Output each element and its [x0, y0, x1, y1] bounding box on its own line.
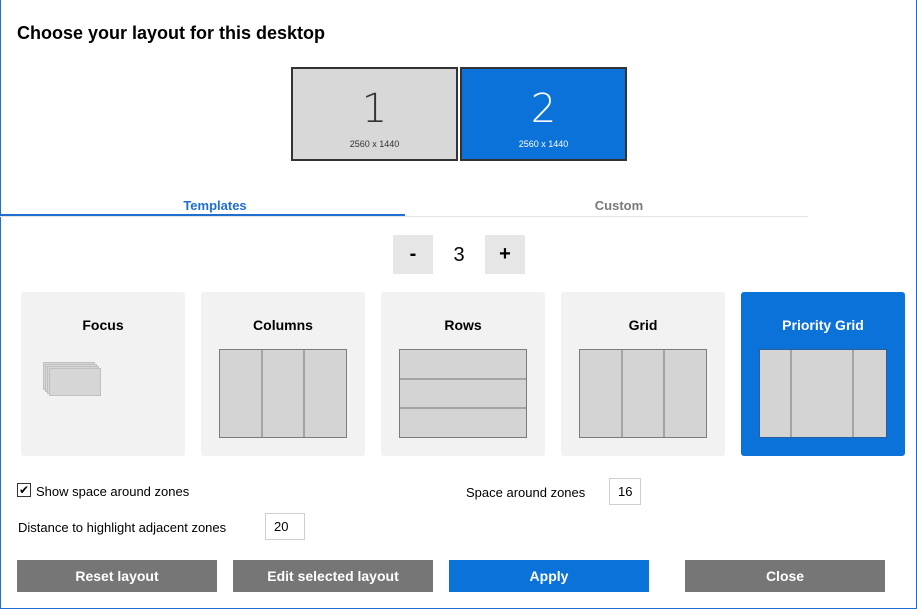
apply-button[interactable]: Apply: [449, 560, 649, 592]
layout-card-label: Columns: [253, 317, 313, 333]
priority-grid-layout-preview: [759, 349, 887, 438]
tab-templates[interactable]: Templates: [115, 198, 315, 213]
rows-layout-preview: [399, 349, 527, 438]
layout-card-priority-grid[interactable]: Priority Grid: [741, 292, 905, 456]
monitor-resolution: 2560 x 1440: [349, 139, 400, 149]
layout-tabs: Templates Custom: [0, 190, 808, 217]
grid-layout-preview: [579, 349, 707, 438]
active-tab-indicator: [0, 214, 405, 216]
edit-selected-layout-button[interactable]: Edit selected layout: [233, 560, 433, 592]
close-button[interactable]: Close: [685, 560, 885, 592]
page-title: Choose your layout for this desktop: [17, 23, 326, 43]
layout-card-columns[interactable]: Columns: [201, 292, 365, 456]
increase-zones-button[interactable]: +: [485, 235, 525, 274]
layout-card-label: Priority Grid: [782, 317, 864, 333]
layout-card-rows[interactable]: Rows: [381, 292, 545, 456]
tab-custom[interactable]: Custom: [519, 198, 719, 213]
monitor-number: 1: [361, 86, 388, 132]
layout-card-label: Grid: [628, 317, 658, 333]
monitor-2[interactable]: 2 2560 x 1440: [460, 67, 627, 161]
show-space-label: Show space around zones: [36, 484, 190, 499]
monitor-1[interactable]: 1 2560 x 1440: [291, 67, 458, 161]
show-space-checkbox[interactable]: ✔: [17, 483, 31, 497]
layout-card-grid[interactable]: Grid: [561, 292, 725, 456]
columns-layout-preview: [219, 349, 347, 438]
distance-input[interactable]: 20: [265, 513, 305, 540]
space-around-input[interactable]: 16: [609, 478, 641, 505]
decrease-zones-button[interactable]: -: [393, 235, 433, 274]
space-around-label: Space around zones: [466, 485, 586, 500]
monitor-number: 2: [530, 86, 557, 132]
distance-label: Distance to highlight adjacent zones: [18, 520, 227, 535]
zone-count-value: 3: [453, 244, 465, 266]
layout-card-label: Rows: [444, 317, 482, 333]
layout-card-label: Focus: [82, 317, 124, 333]
layout-card-focus[interactable]: Focus: [21, 292, 185, 456]
monitor-resolution: 2560 x 1440: [518, 139, 569, 149]
reset-layout-button[interactable]: Reset layout: [17, 560, 217, 592]
